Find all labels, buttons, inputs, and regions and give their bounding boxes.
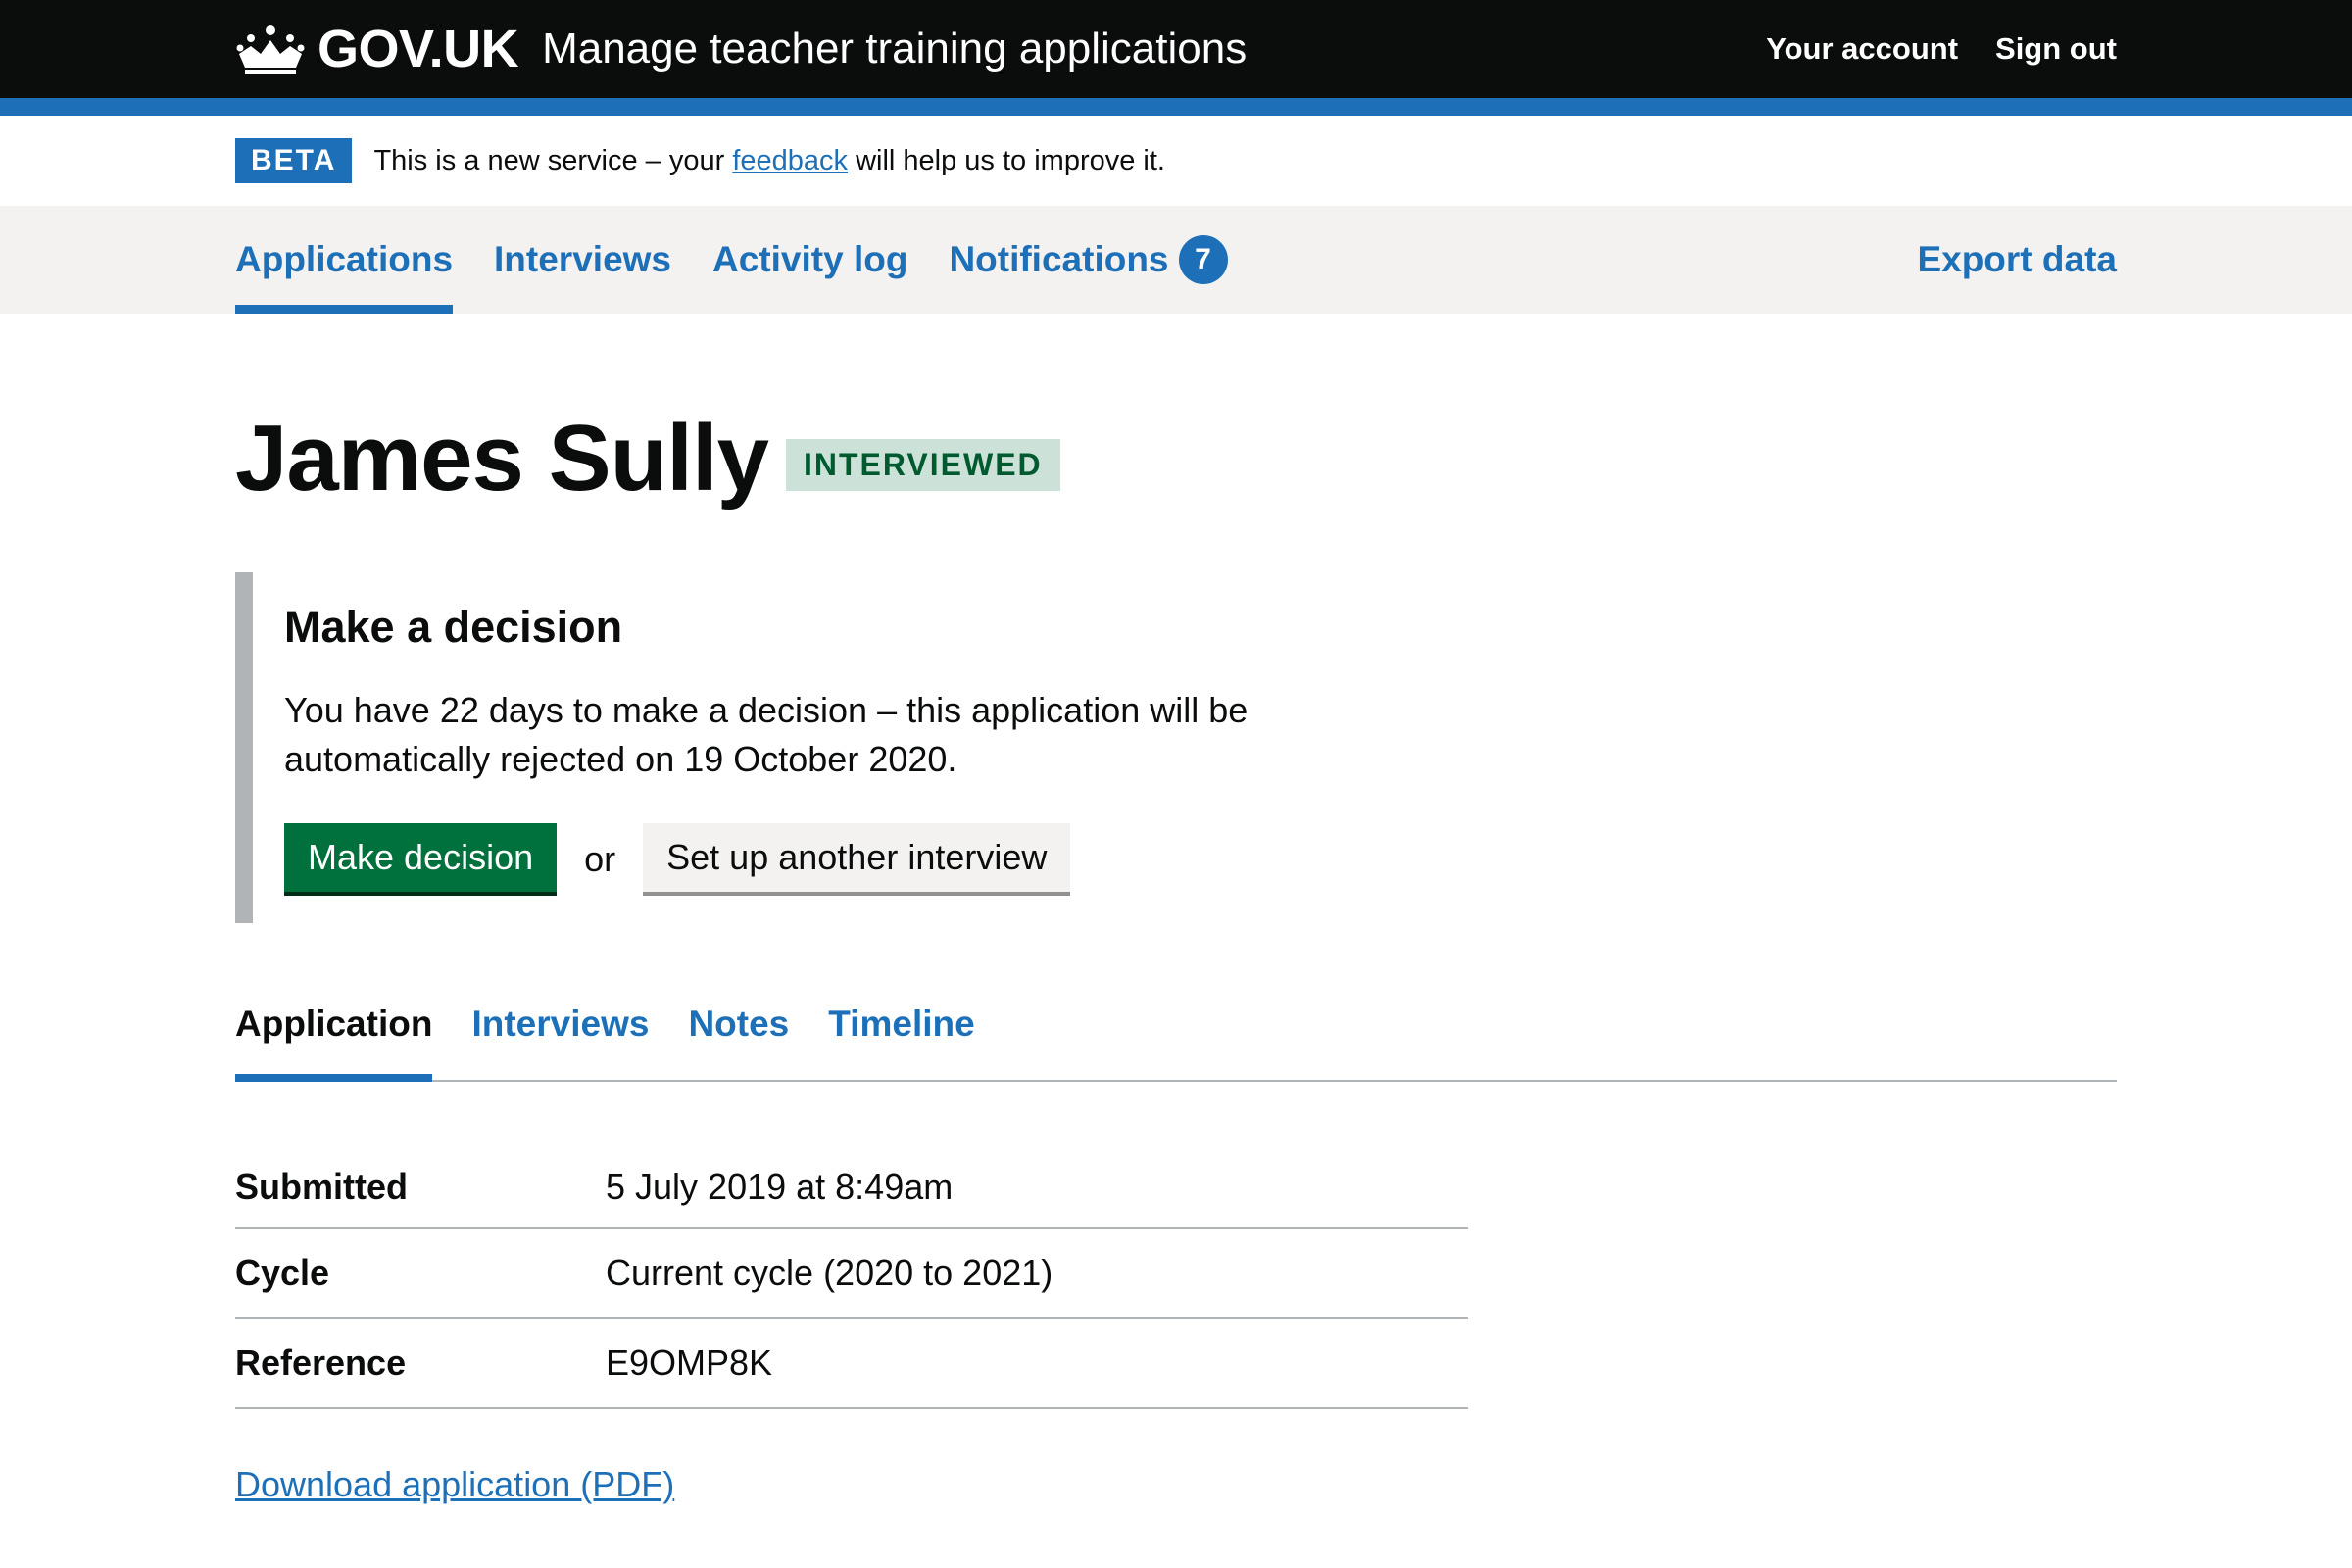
title-row: James Sully INTERVIEWED bbox=[235, 412, 2117, 506]
export-data-link[interactable]: Export data bbox=[1917, 206, 2117, 314]
summary-row-cycle: Cycle Current cycle (2020 to 2021) bbox=[235, 1229, 1468, 1319]
nav-activity-log[interactable]: Activity log bbox=[712, 206, 907, 314]
govuk-logo[interactable]: GOV.UK bbox=[235, 19, 519, 79]
decision-inset: Make a decision You have 22 days to make… bbox=[235, 572, 1274, 923]
header-links: Your account Sign out bbox=[1766, 0, 2117, 98]
tab-application[interactable]: Application bbox=[235, 994, 433, 1082]
phase-banner-text: This is a new service – your feedback wi… bbox=[373, 144, 1165, 176]
site-header: GOV.UK Manage teacher training applicati… bbox=[0, 0, 2352, 98]
set-up-interview-button[interactable]: Set up another interview bbox=[643, 823, 1071, 896]
service-name[interactable]: Manage teacher training applications bbox=[542, 24, 1247, 74]
feedback-link[interactable]: feedback bbox=[732, 145, 848, 176]
phase-banner: BETA This is a new service – your feedba… bbox=[235, 116, 2117, 206]
header-blue-bar bbox=[0, 98, 2352, 116]
decision-actions: Make decision or Set up another intervie… bbox=[284, 823, 1274, 896]
your-account-link[interactable]: Your account bbox=[1766, 31, 1958, 67]
tab-notes[interactable]: Notes bbox=[688, 994, 789, 1080]
summary-key: Cycle bbox=[235, 1252, 330, 1293]
status-badge: INTERVIEWED bbox=[786, 438, 1060, 491]
summary-value: 5 July 2019 at 8:49am bbox=[606, 1166, 954, 1206]
or-text: or bbox=[584, 839, 616, 879]
summary-row-submitted: Submitted 5 July 2019 at 8:49am bbox=[235, 1166, 1468, 1229]
decision-text: You have 22 days to make a decision – th… bbox=[284, 690, 1249, 779]
nav-notifications[interactable]: Notifications 7 bbox=[949, 206, 1228, 314]
summary-row-reference: Reference E9OMP8K bbox=[235, 1319, 1468, 1409]
make-decision-button[interactable]: Make decision bbox=[284, 823, 558, 896]
summary-value: E9OMP8K bbox=[606, 1343, 773, 1383]
primary-navigation: Applications Interviews Activity log Not… bbox=[0, 206, 2352, 314]
application-summary-list: Submitted 5 July 2019 at 8:49am Cycle Cu… bbox=[235, 1166, 1468, 1409]
page-title: James Sully bbox=[235, 406, 769, 511]
summary-key: Reference bbox=[235, 1343, 407, 1383]
main-content: James Sully INTERVIEWED Make a decision … bbox=[235, 412, 2117, 1505]
application-tabs: Application Interviews Notes Timeline bbox=[235, 994, 2117, 1082]
nav-applications[interactable]: Applications bbox=[235, 206, 454, 314]
summary-value: Current cycle (2020 to 2021) bbox=[606, 1252, 1054, 1293]
beta-tag: BETA bbox=[235, 138, 353, 183]
nav-notifications-label: Notifications bbox=[949, 239, 1169, 279]
summary-key: Submitted bbox=[235, 1166, 408, 1206]
notifications-count-badge: 7 bbox=[1178, 235, 1228, 284]
tab-interviews[interactable]: Interviews bbox=[471, 994, 649, 1080]
sign-out-link[interactable]: Sign out bbox=[1995, 31, 2117, 67]
download-application-link[interactable]: Download application (PDF) bbox=[235, 1464, 674, 1505]
nav-interviews[interactable]: Interviews bbox=[494, 206, 671, 314]
crown-icon bbox=[236, 25, 305, 74]
logo-text: GOV.UK bbox=[318, 20, 519, 78]
decision-heading: Make a decision bbox=[284, 602, 623, 652]
tab-timeline[interactable]: Timeline bbox=[828, 994, 974, 1080]
